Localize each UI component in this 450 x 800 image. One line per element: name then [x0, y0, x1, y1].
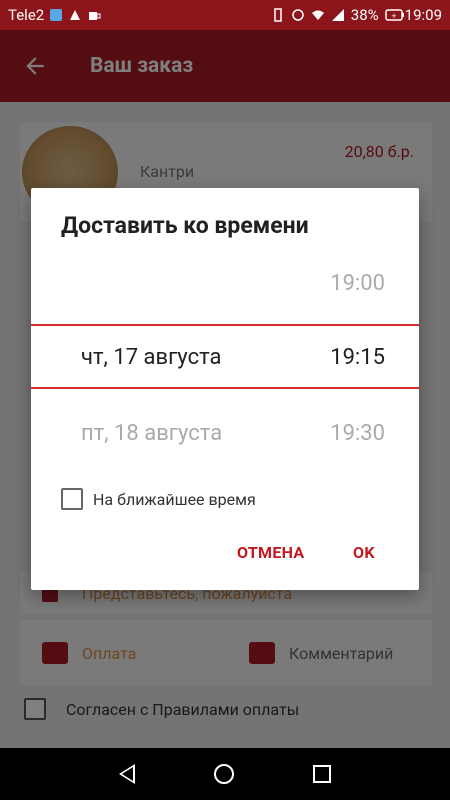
selection-divider-bottom	[31, 387, 419, 389]
clock: 19:09	[404, 6, 442, 24]
picker-row[interactable]: пт, 18 августа 19:30	[31, 408, 419, 458]
wifi-icon	[311, 8, 325, 22]
svg-text:+: +	[391, 11, 396, 21]
notification-icon	[49, 8, 63, 22]
battery-percent: 38%	[350, 6, 379, 24]
ok-button[interactable]: OK	[353, 543, 375, 562]
app-icon	[68, 8, 82, 22]
cancel-button[interactable]: ОТМЕНА	[237, 543, 304, 562]
nav-back-icon[interactable]	[119, 764, 136, 784]
cup-icon	[87, 8, 101, 22]
picker-time: 19:00	[330, 270, 385, 296]
nav-recents-icon[interactable]	[312, 765, 331, 783]
status-bar: Tele2 38% + 19:09	[0, 0, 450, 30]
picker-date: пт, 18 августа	[81, 420, 223, 446]
picker-row-selected[interactable]: чт, 17 августа 19:15	[31, 332, 419, 382]
signal-icon	[331, 8, 345, 22]
picker-time: 19:30	[330, 420, 385, 446]
delivery-time-dialog: Доставить ко времени 19:00 чт, 17 август…	[31, 188, 419, 590]
picker-date: чт, 17 августа	[81, 344, 222, 370]
picker-row[interactable]: 19:00	[31, 258, 419, 308]
picker-time: 19:15	[330, 344, 385, 370]
asap-checkbox[interactable]	[61, 488, 83, 510]
carrier-label: Tele2	[8, 6, 45, 24]
vibrate-icon	[271, 8, 285, 22]
asap-label: На ближайшее время	[93, 489, 256, 509]
asap-option[interactable]: На ближайшее время	[61, 488, 256, 510]
alarm-icon	[291, 8, 305, 22]
selection-divider-top	[31, 324, 419, 326]
dialog-title: Доставить ко времени	[61, 212, 309, 239]
system-nav-bar	[0, 748, 450, 800]
battery-icon: +	[384, 8, 404, 22]
nav-home-icon[interactable]	[213, 764, 234, 784]
